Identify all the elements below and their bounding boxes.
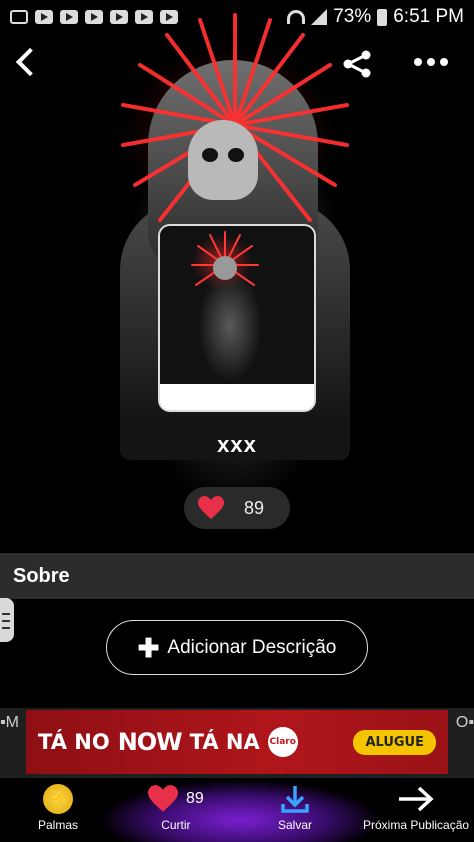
arrow-right-icon	[399, 786, 434, 812]
wifi-icon	[287, 10, 306, 24]
nav-salvar-label: Salvar	[278, 818, 313, 832]
youtube-icon	[135, 10, 153, 24]
youtube-icon	[60, 10, 78, 24]
youtube-icon	[85, 10, 103, 24]
nav-curtir[interactable]: 89 Curtir	[148, 784, 204, 832]
coin-icon: ⚡	[43, 784, 73, 814]
top-nav	[0, 44, 474, 84]
youtube-icon	[35, 10, 53, 24]
nav-proxima[interactable]: Próxima Publicação	[363, 784, 469, 832]
ad-brand: NOW	[117, 728, 183, 756]
battery-icon	[377, 8, 388, 26]
plus-icon: ✚	[137, 632, 160, 663]
nav-curtir-label: Curtir	[161, 818, 191, 832]
battery-percent: 73%	[333, 6, 372, 27]
ad-banner[interactable]: TÁ NO NOW TÁ NA Claro ALUGUE	[26, 710, 448, 774]
back-icon[interactable]	[15, 47, 45, 77]
ad-cta-button[interactable]: ALUGUE	[353, 729, 436, 755]
like-button[interactable]: 89	[184, 487, 290, 529]
section-title: Sobre	[13, 564, 70, 587]
nav-proxima-label: Próxima Publicação	[363, 818, 470, 832]
add-description-button[interactable]: ✚ Adicionar Descrição	[106, 620, 368, 675]
share-icon[interactable]	[342, 50, 372, 78]
more-options-icon[interactable]	[414, 58, 448, 66]
ad-side-left-text: ▪M	[0, 714, 19, 731]
clock: 6:51 PM	[393, 6, 464, 27]
thumbnail-halo	[191, 231, 259, 286]
youtube-icon	[160, 10, 178, 24]
skull	[188, 120, 258, 200]
post-thumbnail[interactable]	[158, 224, 316, 412]
nav-palmas[interactable]: ⚡ Palmas	[38, 784, 78, 832]
ad-text-2: TÁ NA	[189, 730, 260, 754]
thumbnail-image	[160, 226, 314, 384]
image-notification-icon	[10, 10, 28, 24]
signal-icon	[311, 9, 328, 25]
ad-text-1: TÁ NO	[38, 730, 110, 754]
claro-logo: Claro	[267, 727, 298, 757]
section-header-sobre: Sobre	[0, 553, 474, 599]
like-count: 89	[244, 497, 265, 518]
nav-palmas-label: Palmas	[38, 818, 79, 832]
side-menu-handle[interactable]	[0, 598, 14, 642]
bottom-glow	[95, 780, 385, 842]
nav-like-count: 89	[186, 790, 204, 807]
post-title: xxx	[217, 432, 257, 457]
nav-salvar[interactable]: Salvar	[278, 784, 312, 832]
youtube-icon	[110, 10, 128, 24]
ad-side-right-text: O▪	[455, 714, 474, 731]
add-description-label: Adicionar Descrição	[167, 636, 337, 658]
status-bar: 73% 6:51 PM	[0, 0, 474, 34]
heart-icon	[198, 496, 224, 519]
download-icon	[281, 786, 309, 813]
heart-icon	[148, 785, 178, 812]
notification-icons	[10, 10, 178, 24]
